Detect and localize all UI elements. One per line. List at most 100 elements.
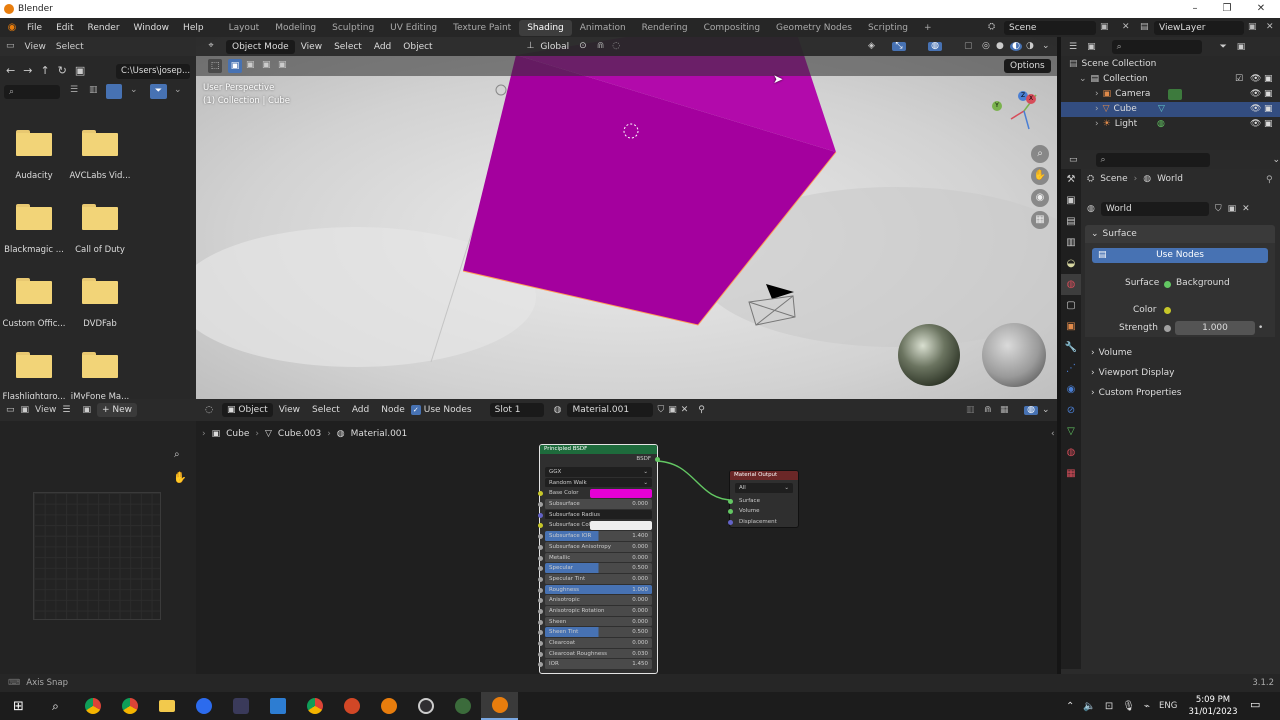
viewport-menu-view[interactable]: View (295, 40, 328, 54)
input-socket[interactable] (538, 608, 543, 614)
bsdf-input-row[interactable]: Subsurface Radius (538, 509, 652, 521)
hand-pan-icon[interactable]: ✋ (1031, 167, 1049, 185)
davinci-resolve-icon[interactable] (222, 692, 259, 720)
grid-perspective-icon[interactable]: ▦ (1031, 211, 1049, 229)
file-explorer-icon[interactable] (148, 692, 185, 720)
network-icon[interactable]: ⊡ (1105, 701, 1113, 712)
language-indicator[interactable]: ENG (1159, 701, 1177, 711)
select-extend-icon[interactable]: ▣ (246, 61, 255, 70)
scene-selector[interactable]: Scene (1004, 20, 1096, 35)
bsdf-input-row[interactable]: Subsurface IOR 1.400 (538, 531, 652, 542)
input-socket[interactable] (538, 566, 543, 572)
displacement-socket[interactable] (728, 519, 733, 525)
signal-app-icon[interactable] (185, 692, 222, 720)
bsdf-input-row[interactable]: IOR 1.450 (538, 659, 652, 671)
new-image-button[interactable]: + New (96, 403, 138, 417)
folder-label[interactable]: Flashlightgro... (1, 392, 67, 399)
object-mode-selector[interactable]: Object Mode (226, 39, 295, 54)
new-scene-icon[interactable]: ▣ (1100, 23, 1109, 32)
windows-start-icon[interactable]: ⊞ (0, 692, 37, 720)
bsdf-output-socket[interactable] (655, 457, 660, 462)
fake-user-shield-icon[interactable]: ⛉ (1215, 204, 1222, 214)
viewport-menu-add[interactable]: Add (368, 40, 397, 54)
camera-render-icon[interactable]: ▣ (1264, 102, 1273, 117)
select-intersect-icon[interactable]: ▣ (278, 61, 287, 70)
tab-animation[interactable]: Animation (572, 20, 634, 36)
tab-scripting[interactable]: Scripting (860, 20, 916, 36)
properties-search-input[interactable]: ⌕ (1095, 152, 1211, 167)
hand-pan-icon[interactable]: ✋ (173, 472, 187, 483)
add-workspace-button[interactable]: + (916, 20, 940, 36)
tab-shading[interactable]: Shading (519, 19, 572, 36)
minimize-button[interactable]: – (1180, 0, 1210, 18)
list-view-icon[interactable]: ☰ (70, 86, 78, 95)
delete-scene-icon[interactable]: ✕ (1122, 23, 1130, 32)
speaker-icon[interactable]: 🔈 (1083, 701, 1095, 712)
gizmo-toggle-icon[interactable]: ⤡ (892, 42, 906, 51)
distribution-dropdown[interactable]: GGX ⌄ (545, 467, 652, 478)
outliner-item-cube[interactable]: › ▽ Cube ▽ 👁 ▣ (1061, 102, 1280, 117)
editor-type-icon[interactable]: ▭ (6, 405, 15, 415)
back-icon[interactable]: ← (6, 64, 15, 77)
gizmo-x-axis[interactable]: X (1026, 94, 1036, 104)
strength-field[interactable]: 1.000 (1175, 321, 1255, 335)
menu-edit[interactable]: Edit (49, 23, 80, 33)
subsurface-method-dropdown[interactable]: Random Walk ⌄ (545, 477, 652, 489)
bsdf-input-row[interactable]: Roughness 1.000 (538, 584, 652, 596)
notification-icon[interactable]: ▭ (1250, 698, 1260, 711)
viewport-menu-object[interactable]: Object (397, 40, 438, 54)
new-view-layer-icon[interactable]: ▣ (1248, 23, 1257, 32)
transform-orientation-selector[interactable]: Global (534, 40, 575, 54)
image-mode-icon[interactable]: ▣ (21, 405, 30, 415)
eye-icon[interactable]: 👁 (1250, 87, 1261, 102)
chevron-down-icon[interactable]: ⌄ (130, 86, 138, 95)
material-output-node[interactable]: Material Output All ⌄ Surface Volume Disp… (728, 470, 799, 528)
bsdf-input-row[interactable]: Subsurface Colo (538, 520, 652, 532)
camera-data-icon[interactable] (1168, 89, 1182, 100)
rendered-shading-icon[interactable]: ◑ (1026, 42, 1034, 51)
folder-icon[interactable] (16, 204, 52, 230)
blender-icon[interactable] (370, 692, 407, 720)
filter-icon[interactable]: ⏷ (150, 84, 167, 99)
thumbnail-view-icon[interactable] (106, 84, 122, 99)
image-browse-icon[interactable]: ▣ (82, 405, 91, 415)
outliner-item-scene-collection[interactable]: ▤ Scene Collection (1061, 57, 1280, 72)
overlay-toggle-icon[interactable]: ◍ (928, 42, 942, 51)
folder-icon[interactable] (82, 204, 118, 230)
input-socket[interactable] (538, 630, 543, 636)
base-color-socket[interactable] (538, 491, 543, 497)
app-icon-2[interactable] (444, 692, 481, 720)
color-socket-icon[interactable] (1164, 307, 1171, 314)
camera-render-icon[interactable]: ▣ (1264, 87, 1273, 102)
chrome-profile-icon[interactable] (111, 692, 148, 720)
base-color-row[interactable]: Base Color (538, 488, 652, 500)
input-socket[interactable] (538, 523, 543, 529)
folder-label[interactable]: AVCLabs Vid... (67, 171, 133, 181)
checkbox-icon[interactable]: ☑ (1235, 72, 1243, 87)
bsdf-input-row[interactable]: Sheen Tint 0.500 (538, 627, 652, 638)
clock[interactable]: 5:09 PM 31/01/2023 (1184, 694, 1242, 718)
tab-geometry-nodes[interactable]: Geometry Nodes (768, 20, 860, 36)
input-socket[interactable] (538, 598, 543, 604)
input-socket[interactable] (538, 555, 543, 561)
folder-icon[interactable] (16, 352, 52, 378)
surface-value[interactable]: Background (1176, 278, 1230, 288)
folder-icon[interactable] (16, 130, 52, 156)
blender-active-icon[interactable] (481, 692, 518, 720)
outliner-item-light[interactable]: › ☀ Light ◍ 👁 ▣ (1061, 117, 1280, 132)
folder-icon[interactable] (16, 278, 52, 304)
tab-rendering[interactable]: Rendering (634, 20, 696, 36)
chrome-icon-2[interactable] (296, 692, 333, 720)
modifier-tab-icon[interactable]: 🔧 (1061, 337, 1081, 358)
bsdf-input-row[interactable]: Sheen 0.000 (538, 616, 652, 628)
select-subtract-icon[interactable]: ▣ (262, 61, 271, 70)
file-search-input[interactable]: ⌕ (4, 85, 60, 99)
viewport-display-panel-header[interactable]: › Viewport Display (1085, 364, 1275, 382)
input-socket[interactable] (538, 651, 543, 657)
object-tab-icon[interactable]: ▣ (1061, 316, 1081, 337)
pivot-icon[interactable]: ⊙ (579, 42, 587, 51)
view-layer-tab-icon[interactable]: ▥ (1061, 232, 1081, 253)
folder-label[interactable]: iMyFone Ma... (67, 392, 133, 399)
bsdf-input-row[interactable]: Specular Tint 0.000 (538, 573, 652, 585)
bsdf-input-row[interactable]: Specular 0.500 (538, 563, 652, 574)
